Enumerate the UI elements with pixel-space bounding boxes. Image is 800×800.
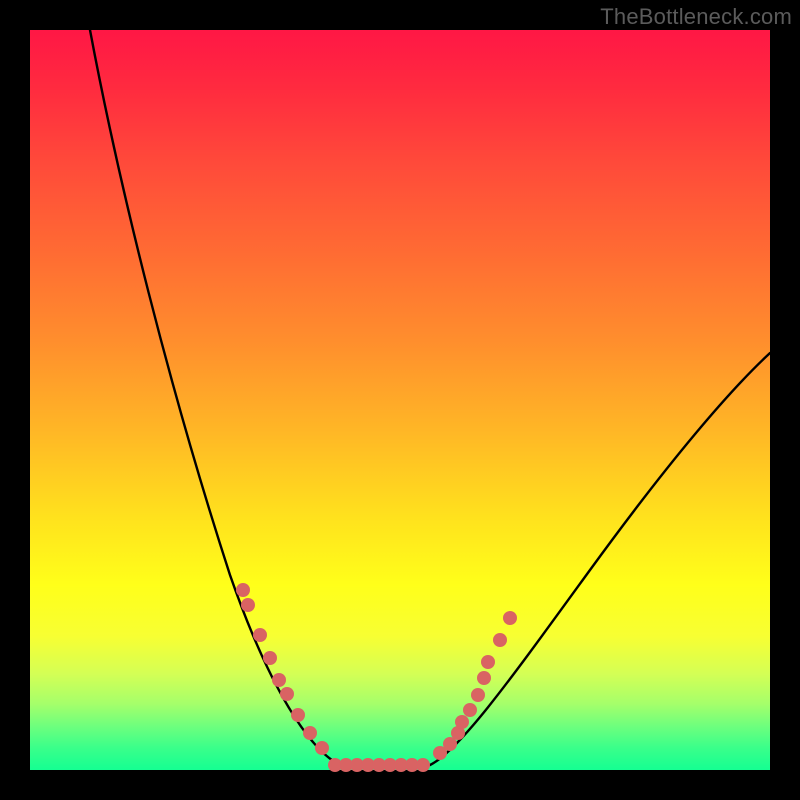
marker-dot <box>315 741 329 755</box>
watermark-text: TheBottleneck.com <box>600 4 792 30</box>
marker-dot <box>236 583 250 597</box>
marker-dot <box>303 726 317 740</box>
chart-frame: TheBottleneck.com <box>0 0 800 800</box>
marker-dot <box>241 598 255 612</box>
left-curve <box>90 30 340 765</box>
marker-dot <box>493 633 507 647</box>
marker-dot <box>291 708 305 722</box>
chart-svg <box>30 30 770 770</box>
marker-dot <box>416 758 430 772</box>
marker-dot <box>272 673 286 687</box>
marker-dot <box>503 611 517 625</box>
marker-dot <box>455 715 469 729</box>
right-curve <box>430 353 770 765</box>
marker-dot <box>481 655 495 669</box>
marker-dot <box>253 628 267 642</box>
marker-dot <box>280 687 294 701</box>
marker-dot <box>471 688 485 702</box>
marker-dot <box>263 651 277 665</box>
marker-dot <box>463 703 477 717</box>
marker-dot <box>477 671 491 685</box>
